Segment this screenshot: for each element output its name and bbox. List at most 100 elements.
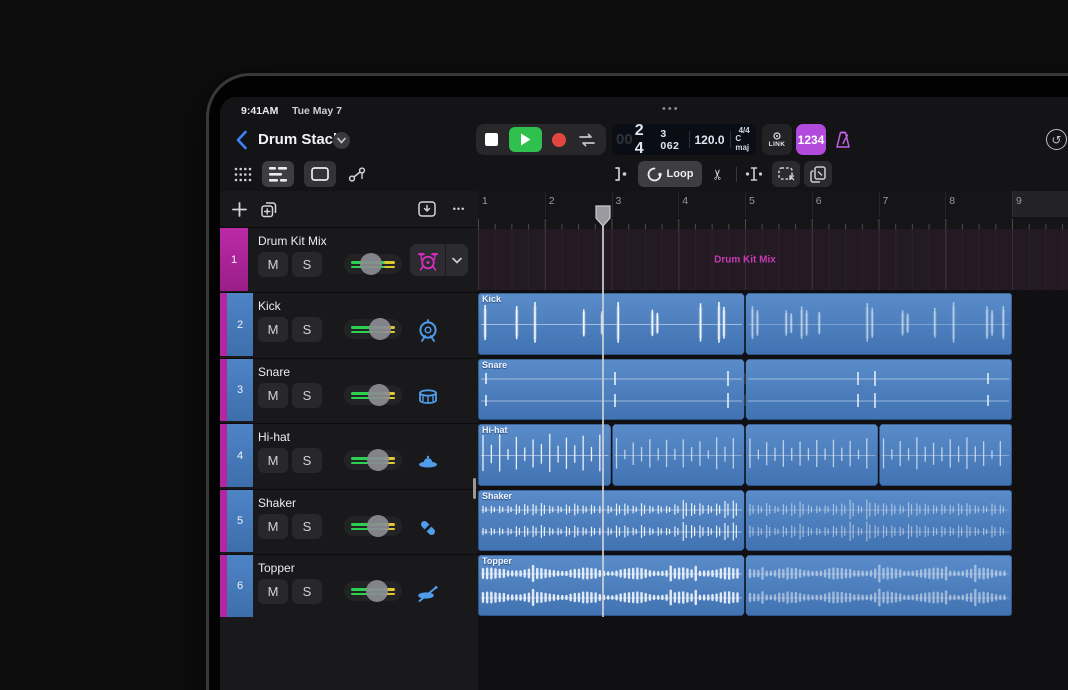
volume-knob[interactable] [369, 318, 392, 340]
stack-color-strip [220, 293, 227, 356]
playhead-handle[interactable] [594, 205, 612, 229]
solo-button[interactable]: S [292, 514, 322, 539]
playhead-line[interactable] [602, 207, 604, 617]
summary-region-label[interactable]: Drum Kit Mix [478, 254, 1012, 265]
track-header-row-snare[interactable]: 3 Snare M S [220, 358, 478, 421]
stack-color-strip [220, 555, 227, 617]
track-lane-topper: Topper [478, 554, 1068, 617]
instrument-button[interactable] [410, 244, 468, 276]
metronome-icon [836, 131, 850, 148]
mute-button[interactable]: M [258, 383, 288, 408]
solo-button[interactable]: S [292, 579, 322, 604]
volume-knob[interactable] [367, 515, 390, 537]
volume-slider[interactable] [344, 318, 402, 340]
count-in-button[interactable]: 1234 [796, 124, 826, 155]
trim-start-button[interactable] [608, 161, 634, 187]
metronome-button[interactable] [830, 126, 856, 154]
transport-bar: Drum Stack 00 2 4 3 062 120.0 4/4 C maj … [220, 121, 1068, 158]
volume-slider[interactable] [344, 253, 402, 275]
track-number: 6 [236, 580, 244, 592]
track-number: 4 [236, 449, 244, 462]
solo-button[interactable]: S [292, 252, 322, 277]
track-header-row-shaker[interactable]: 5 Shaker M S [220, 489, 478, 552]
solo-button[interactable]: S [292, 317, 322, 342]
duplicate-track-icon [261, 202, 277, 218]
back-button[interactable] [228, 126, 254, 154]
mute-button[interactable]: M [258, 252, 288, 277]
volume-slider[interactable] [344, 449, 402, 471]
cycle-icon[interactable] [577, 132, 597, 148]
track-header-row-topper[interactable]: 6 Topper M S [220, 554, 478, 617]
link-button[interactable]: LINK [762, 124, 792, 155]
volume-slider[interactable] [344, 384, 402, 406]
app-options-icon[interactable]: ••• [662, 103, 680, 115]
edit-toolbar: Loop ✂ [220, 158, 1068, 192]
track-more-button[interactable]: ••• [446, 196, 472, 222]
select-regions-button[interactable] [772, 161, 800, 187]
track-lane-shaker: Shaker [478, 489, 1068, 552]
stop-button[interactable] [485, 133, 498, 146]
kick-drum-icon [419, 319, 437, 342]
shaker-icon [420, 520, 436, 536]
trim-start-icon [615, 167, 627, 181]
snare-drum-icon [419, 389, 437, 404]
mute-button[interactable]: M [258, 514, 288, 539]
region-label: Hi-hat [482, 425, 508, 435]
timeline: 1 2 3 4 5 6 7 8 9 Drum Kit Mix Kick Snare Hi-hat Sha… [478, 191, 1068, 690]
mute-button[interactable]: M [258, 448, 288, 473]
track-panel-toggle-button[interactable] [414, 196, 440, 222]
undo-button[interactable]: ↺ [1046, 129, 1067, 150]
play-button[interactable] [508, 127, 542, 152]
track-header-row-drum-kit-mix[interactable]: 1 Drum Kit Mix M S [220, 227, 478, 291]
mute-button[interactable]: M [258, 579, 288, 604]
track-number: 2 [236, 318, 244, 331]
track-name: Topper [258, 561, 295, 575]
duplicate-track-button[interactable] [256, 196, 282, 222]
loop-icon [647, 167, 662, 181]
trim-both-button[interactable] [740, 161, 768, 187]
track-name: Snare [258, 365, 291, 379]
copy-icon [810, 165, 826, 183]
select-marquee-icon [777, 166, 794, 180]
track-number: 5 [236, 515, 244, 527]
mute-button[interactable]: M [258, 317, 288, 342]
volume-slider[interactable] [344, 515, 402, 537]
grid-view-button[interactable] [228, 161, 258, 187]
lcd-bar-beat: 2 4 [634, 121, 646, 157]
link-icon [773, 131, 781, 140]
stack-color-strip [220, 424, 227, 487]
stack-collapse-button[interactable] [445, 244, 468, 276]
transport-controls [476, 124, 606, 155]
status-date: Tue May 7 [292, 105, 342, 117]
marquee-tool-button[interactable] [304, 161, 336, 187]
bar-number: 8 [949, 195, 956, 207]
volume-knob[interactable] [365, 580, 388, 602]
volume-knob[interactable] [368, 384, 391, 406]
lcd-key: C maj [735, 134, 750, 152]
volume-knob[interactable] [360, 253, 383, 275]
panel-resize-handle[interactable] [473, 478, 476, 499]
split-button[interactable]: ✂ [706, 161, 730, 187]
track-header-row-kick[interactable]: 2 Kick M S [220, 292, 478, 356]
track-header-row-hi-hat[interactable]: 4 Hi-hat M S [220, 423, 478, 487]
solo-button[interactable]: S [292, 448, 322, 473]
volume-slider[interactable] [344, 580, 402, 602]
title-menu-button[interactable] [333, 132, 350, 149]
project-title: Drum Stack [258, 131, 342, 148]
loop-button[interactable]: Loop [638, 161, 702, 187]
volume-knob[interactable] [367, 449, 390, 471]
lcd-display[interactable]: 00 2 4 3 062 120.0 4/4 C maj [612, 121, 756, 157]
record-button[interactable] [552, 132, 567, 147]
copy-paste-button[interactable] [804, 161, 832, 187]
tracks-view-icon [269, 166, 287, 182]
bar-number: 7 [882, 195, 889, 207]
region-label: Topper [482, 556, 512, 566]
tracks-view-button[interactable] [262, 161, 294, 187]
automation-button[interactable] [342, 161, 372, 187]
add-track-button[interactable] [226, 196, 252, 222]
plus-icon [231, 201, 247, 217]
bar-ruler[interactable]: 1 2 3 4 5 6 7 8 9 [478, 191, 1068, 230]
solo-button[interactable]: S [292, 383, 322, 408]
bar-number: 9 [1016, 195, 1022, 207]
stack-color-strip [220, 359, 227, 421]
